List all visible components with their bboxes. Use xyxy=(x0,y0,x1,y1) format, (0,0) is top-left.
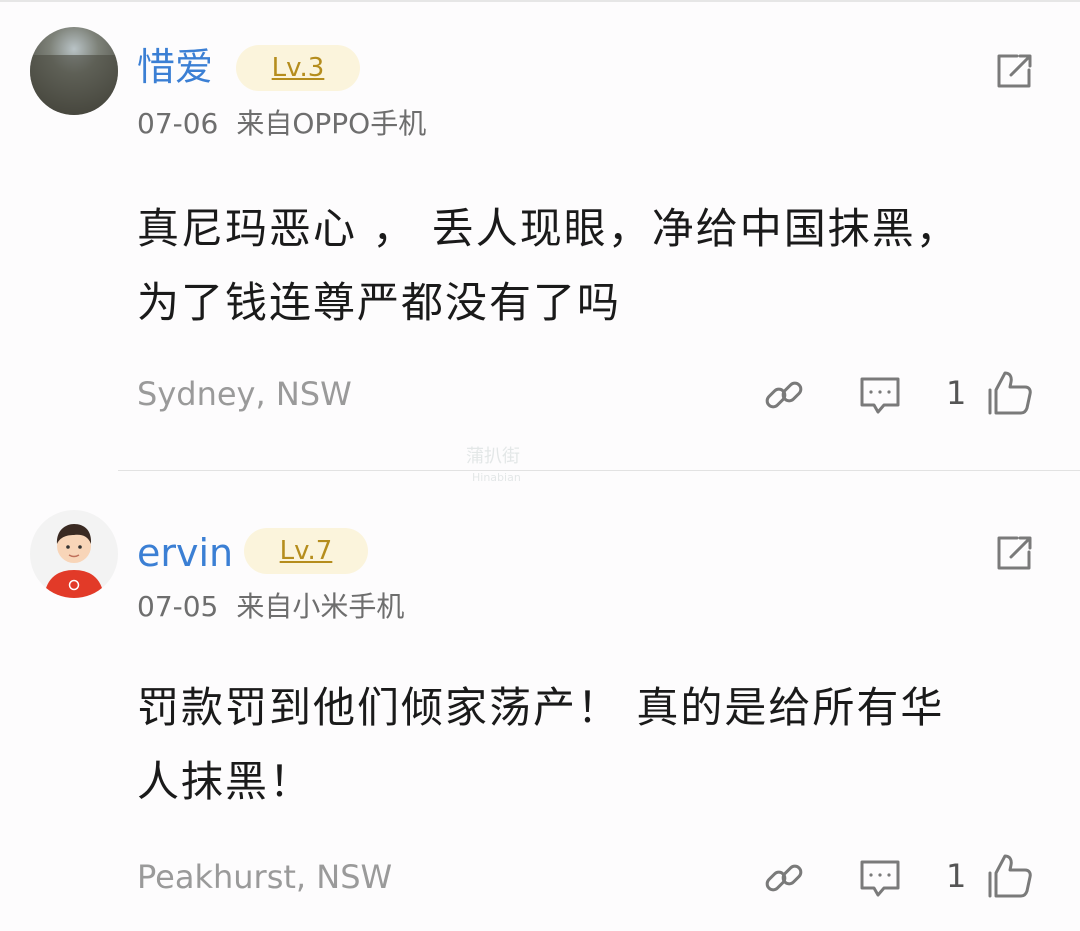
share-icon[interactable] xyxy=(993,50,1035,92)
comment-actions: 1 xyxy=(760,852,1060,902)
watermark-main: 蒲扒街 xyxy=(466,446,520,467)
level-badge[interactable]: Lv.3 xyxy=(236,45,360,91)
link-icon[interactable] xyxy=(762,856,806,900)
comment-source: 来自小米手机 xyxy=(236,590,405,623)
comment-meta: 07-05 来自小米手机 xyxy=(137,593,404,621)
like-count: 1 xyxy=(946,374,967,412)
location-label: Sydney, NSW xyxy=(137,375,352,413)
username[interactable]: 惜爱 xyxy=(137,48,213,86)
comment-item: 惜爱 Lv.3 07-06 来自OPPO手机 真尼玛恶心 ， 丢人现眼，净给中国抹… xyxy=(0,0,1080,470)
link-icon[interactable] xyxy=(762,373,806,417)
comment-date: 07-05 xyxy=(137,590,219,623)
username[interactable]: ervin xyxy=(137,534,233,572)
comment-text-line: 真尼玛恶心 ， 丢人现眼，净给中国抹黑， xyxy=(137,204,960,253)
comment-actions: 1 xyxy=(760,369,1060,419)
thumbs-up-icon[interactable] xyxy=(986,369,1034,417)
avatar[interactable] xyxy=(30,27,118,115)
comment-item: ervin Lv.7 07-05 来自小米手机 罚款罚到他们倾家荡产！ 真的是给所… xyxy=(0,472,1080,931)
comment-text-line: 人抹黑！ xyxy=(137,757,314,806)
comment-date: 07-06 xyxy=(137,107,219,140)
reply-icon[interactable] xyxy=(858,856,902,900)
comment-text-line: 罚款罚到他们倾家荡产！ 真的是给所有华 xyxy=(137,683,945,732)
share-icon[interactable] xyxy=(993,532,1035,574)
comment-meta: 07-06 来自OPPO手机 xyxy=(137,110,426,138)
comment-text: 罚款罚到他们倾家荡产！ 真的是给所有华 人抹黑！ xyxy=(137,671,1017,819)
reply-icon[interactable] xyxy=(858,373,902,417)
comment-text-line: 为了钱连尊严都没有了吗 xyxy=(137,278,622,327)
like-count: 1 xyxy=(946,857,967,895)
comment-text: 真尼玛恶心 ， 丢人现眼，净给中国抹黑， 为了钱连尊严都没有了吗 xyxy=(137,192,1017,340)
avatar[interactable] xyxy=(30,510,118,598)
level-badge[interactable]: Lv.7 xyxy=(244,528,368,574)
comment-source: 来自OPPO手机 xyxy=(236,107,427,140)
location-label: Peakhurst, NSW xyxy=(137,858,393,896)
thumbs-up-icon[interactable] xyxy=(986,852,1034,900)
